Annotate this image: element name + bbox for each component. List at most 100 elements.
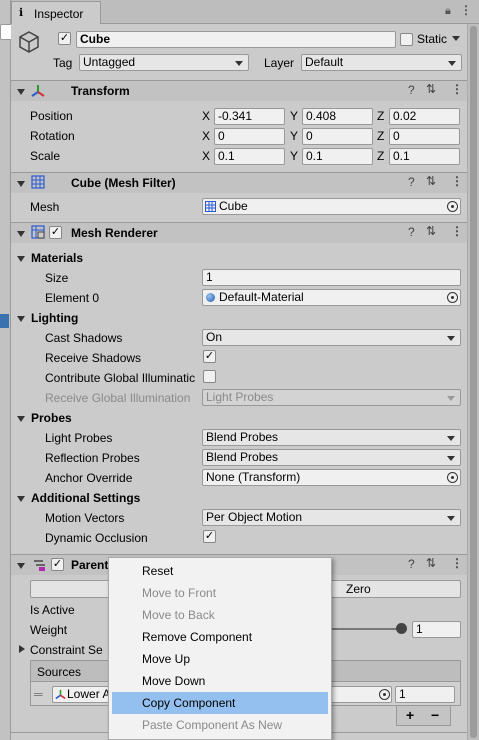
- help-icon[interactable]: ?: [408, 557, 415, 571]
- zero-button[interactable]: Zero: [346, 582, 371, 596]
- source-weight-field[interactable]: 1: [395, 686, 455, 703]
- foldout-icon[interactable]: [17, 181, 25, 187]
- transform-scale-z-field[interactable]: 0.1: [389, 148, 460, 165]
- object-picker-icon[interactable]: [447, 292, 458, 303]
- foldout-icon[interactable]: [17, 563, 25, 569]
- remove-source-button[interactable]: −: [431, 707, 439, 723]
- material-value: Default-Material: [219, 290, 304, 304]
- mesh-filter-header[interactable]: Cube (Mesh Filter) ? ⇅ ⋮: [11, 172, 467, 193]
- mesh-field[interactable]: Cube: [202, 198, 461, 215]
- menu-item-copy-component[interactable]: Copy Component: [112, 692, 328, 714]
- reflection-probes-label: Reflection Probes: [45, 451, 140, 465]
- component-menu-icon[interactable]: ⋮: [451, 556, 463, 570]
- foldout-icon[interactable]: [17, 316, 25, 322]
- axis-x-label[interactable]: X: [202, 129, 210, 143]
- axis-y-label[interactable]: Y: [290, 129, 298, 143]
- lock-icon[interactable]: 🔒︎: [445, 5, 451, 18]
- tab-menu-icon[interactable]: ⋮: [460, 3, 472, 17]
- receive-shadows-checkbox[interactable]: ✓: [203, 350, 216, 363]
- axis-x-label[interactable]: X: [202, 109, 210, 123]
- transform-scale-x-field[interactable]: 0.1: [214, 148, 285, 165]
- foldout-icon[interactable]: [17, 496, 25, 502]
- dynamic-occlusion-checkbox[interactable]: ✓: [203, 530, 216, 543]
- axis-z-label[interactable]: Z: [377, 129, 384, 143]
- tab-inspector[interactable]: ℹ Inspector: [11, 1, 101, 25]
- mesh-renderer-header[interactable]: ✓ Mesh Renderer ? ⇅ ⋮: [11, 222, 467, 243]
- presets-icon[interactable]: ⇅: [426, 174, 436, 188]
- component-menu-icon[interactable]: ⋮: [451, 224, 463, 238]
- mesh-filter-icon: [31, 175, 45, 192]
- size-field[interactable]: 1: [202, 269, 461, 286]
- scrollbar[interactable]: [467, 24, 479, 740]
- transform-rotation-x-field[interactable]: 0: [214, 128, 285, 145]
- transform-icon: [31, 84, 45, 101]
- help-icon[interactable]: ?: [408, 83, 415, 97]
- transform-position-x-field[interactable]: -0.341: [214, 108, 285, 125]
- transform-position-label: Position: [30, 109, 73, 123]
- materials-title[interactable]: Materials: [31, 251, 83, 265]
- weight-field[interactable]: 1: [412, 621, 461, 638]
- mesh-renderer-enabled-checkbox[interactable]: ✓: [49, 226, 62, 239]
- presets-icon[interactable]: ⇅: [426, 556, 436, 570]
- transform-rotation-y-field[interactable]: 0: [302, 128, 373, 145]
- foldout-icon[interactable]: [17, 231, 25, 237]
- menu-item-move-to-back: Move to Back: [142, 608, 215, 622]
- object-picker-icon[interactable]: [447, 472, 458, 483]
- receive-gi-dropdown: Light Probes: [202, 389, 461, 406]
- material-icon: [206, 293, 215, 302]
- axis-x-label[interactable]: X: [202, 149, 210, 163]
- parent-constraint-enabled-checkbox[interactable]: ✓: [51, 558, 64, 571]
- transform-position-z-field[interactable]: 0.02: [389, 108, 460, 125]
- lighting-title[interactable]: Lighting: [31, 311, 78, 325]
- transform-position-y-field[interactable]: 0.408: [302, 108, 373, 125]
- probes-title[interactable]: Probes: [31, 411, 72, 425]
- active-checkbox[interactable]: ✓: [58, 32, 71, 45]
- foldout-icon[interactable]: [17, 256, 25, 262]
- mesh-label: Mesh: [30, 200, 60, 214]
- additional-settings-title[interactable]: Additional Settings: [31, 491, 140, 505]
- weight-slider-track[interactable]: [330, 628, 402, 630]
- static-label: Static: [417, 32, 448, 46]
- axis-z-label[interactable]: Z: [377, 109, 384, 123]
- axis-y-label[interactable]: Y: [290, 149, 298, 163]
- layer-dropdown[interactable]: Default: [301, 54, 462, 71]
- material-field[interactable]: Default-Material: [202, 289, 461, 306]
- presets-icon[interactable]: ⇅: [426, 224, 436, 238]
- motion-vectors-dropdown[interactable]: Per Object Motion: [202, 509, 461, 526]
- foldout-icon[interactable]: [17, 89, 25, 95]
- transform-rotation-label: Rotation: [30, 129, 75, 143]
- axis-z-label[interactable]: Z: [377, 149, 384, 163]
- component-menu-icon[interactable]: ⋮: [451, 82, 463, 96]
- transform-rotation-z-field[interactable]: 0: [389, 128, 460, 145]
- static-checkbox[interactable]: [400, 33, 413, 46]
- name-field[interactable]: Cube: [76, 31, 396, 48]
- reflection-probes-dropdown[interactable]: Blend Probes: [202, 449, 461, 466]
- object-picker-icon[interactable]: [379, 689, 390, 700]
- component-menu-icon[interactable]: ⋮: [451, 174, 463, 188]
- help-icon[interactable]: ?: [408, 225, 415, 239]
- transform-header[interactable]: Transform ? ⇅ ⋮: [11, 80, 467, 101]
- menu-item-move-up[interactable]: Move Up: [109, 648, 331, 670]
- light-probes-dropdown[interactable]: Blend Probes: [202, 429, 461, 446]
- anchor-override-field[interactable]: None (Transform): [202, 469, 461, 486]
- scrollbar-thumb[interactable]: [470, 26, 477, 738]
- presets-icon[interactable]: ⇅: [426, 82, 436, 96]
- axis-y-label[interactable]: Y: [290, 109, 298, 123]
- foldout-icon[interactable]: [17, 416, 25, 422]
- weight-label: Weight: [30, 623, 68, 637]
- object-picker-icon[interactable]: [447, 201, 458, 212]
- drag-handle-icon[interactable]: ═: [34, 687, 43, 701]
- weight-slider-thumb[interactable]: [396, 623, 407, 634]
- menu-item-remove-component[interactable]: Remove Component: [109, 626, 331, 648]
- constraint-settings-label[interactable]: Constraint Se: [30, 643, 103, 657]
- menu-item-reset[interactable]: Reset: [109, 560, 331, 582]
- foldout-icon[interactable]: [19, 645, 25, 653]
- tag-dropdown[interactable]: Untagged: [79, 54, 249, 71]
- cast-shadows-dropdown[interactable]: On: [202, 329, 461, 346]
- contribute-gi-checkbox[interactable]: [203, 370, 216, 383]
- add-source-button[interactable]: +: [406, 707, 414, 723]
- transform-scale-y-field[interactable]: 0.1: [302, 148, 373, 165]
- static-dropdown-icon[interactable]: [452, 36, 460, 41]
- help-icon[interactable]: ?: [408, 175, 415, 189]
- menu-item-move-down[interactable]: Move Down: [109, 670, 331, 692]
